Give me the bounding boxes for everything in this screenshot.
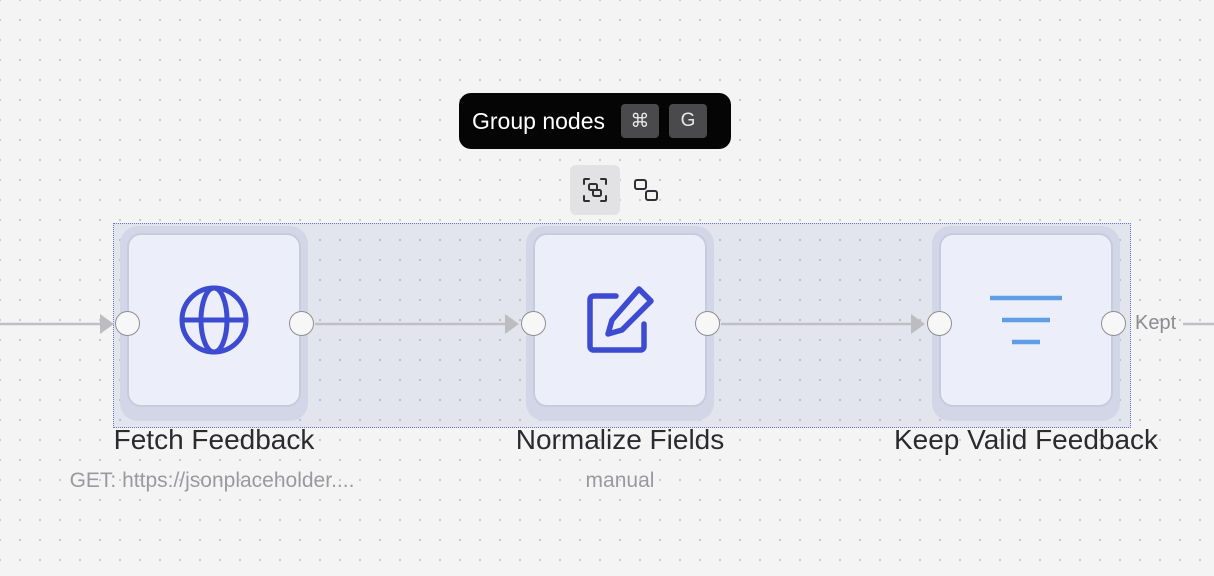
output-handle[interactable] <box>695 311 720 336</box>
edge-arrowhead <box>911 314 925 334</box>
node-title: Normalize Fields <box>515 424 725 455</box>
node-keep-valid-feedback[interactable] <box>932 226 1120 421</box>
group-selection-icon <box>583 178 607 202</box>
node-card[interactable] <box>533 233 707 407</box>
node-subtitle: manual <box>585 469 655 492</box>
input-handle[interactable] <box>521 311 546 336</box>
node-title: Keep Valid Feedback <box>893 424 1159 455</box>
node-title: Fetch Feedback <box>113 424 315 455</box>
ungroup-icon <box>634 179 658 201</box>
workflow-canvas[interactable]: Fetch Feedback GET: https://jsonplacehol… <box>0 0 1214 576</box>
tooltip-label: Group nodes <box>472 107 605 134</box>
filter-icon <box>990 295 1062 345</box>
output-handle[interactable] <box>289 311 314 336</box>
edge-arrowhead <box>100 314 114 334</box>
shortcut-key-g: G <box>668 104 707 138</box>
edge-arrowhead <box>505 314 519 334</box>
group-nodes-button[interactable] <box>570 165 620 215</box>
edge-label-kept: Kept <box>1135 312 1177 334</box>
input-handle[interactable] <box>927 311 952 336</box>
input-handle[interactable] <box>115 311 140 336</box>
globe-icon <box>179 285 249 355</box>
group-nodes-tooltip: Group nodes ⌘ G <box>459 93 731 149</box>
output-handle[interactable] <box>1101 311 1126 336</box>
shortcut-key-cmd: ⌘ <box>620 104 659 138</box>
edit-icon <box>587 286 654 353</box>
node-normalize-fields[interactable] <box>526 226 714 421</box>
node-fetch-feedback[interactable] <box>120 226 308 421</box>
node-card[interactable] <box>127 233 301 407</box>
node-card[interactable] <box>939 233 1113 407</box>
node-subtitle: GET: https://jsonplaceholder.... <box>69 469 355 492</box>
ungroup-button[interactable] <box>621 165 671 215</box>
